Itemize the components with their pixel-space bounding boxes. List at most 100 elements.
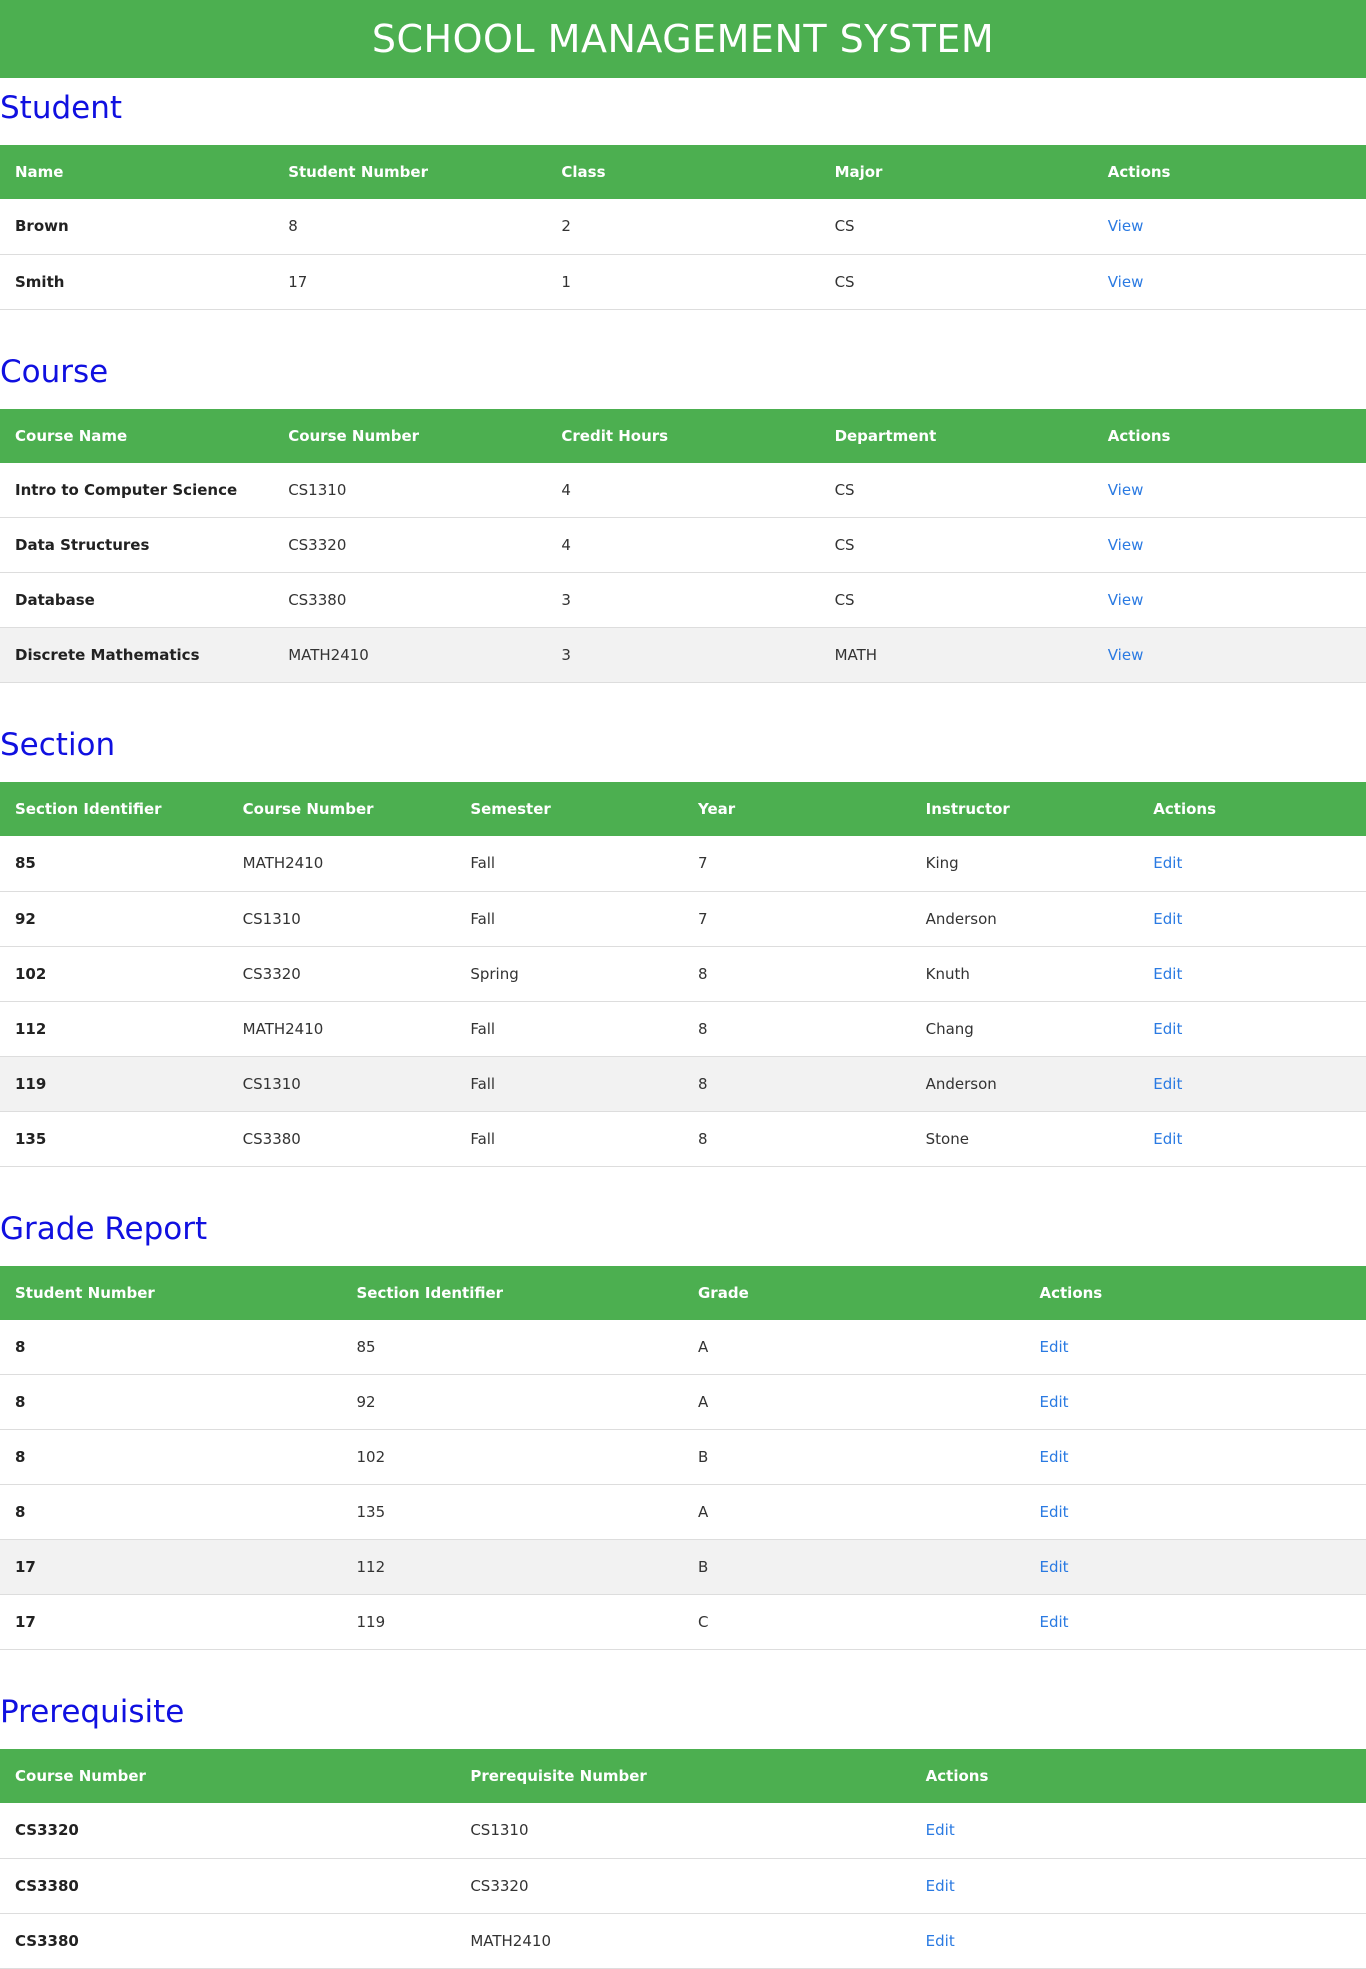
instructor: Chang (911, 1001, 1139, 1056)
section-identifier: 92 (342, 1375, 684, 1430)
course-number: CS3380 (273, 573, 546, 628)
course-number: CS3380 (0, 1858, 455, 1913)
edit-link[interactable]: Edit (1040, 1338, 1069, 1356)
student-class: 1 (546, 254, 819, 309)
section-identifier: 112 (342, 1540, 684, 1595)
student-section-title: Student (0, 78, 1366, 145)
department: CS (820, 518, 1093, 573)
instructor: Anderson (911, 1056, 1139, 1111)
table-row: 17 119 C Edit (0, 1595, 1366, 1650)
edit-link[interactable]: Edit (1153, 1130, 1182, 1148)
actions-cell: View (1093, 573, 1366, 628)
view-link[interactable]: View (1108, 646, 1144, 664)
section-identifier: 102 (0, 946, 228, 1001)
table-row: Data Structures CS3320 4 CS View (0, 518, 1366, 573)
course-name: Database (0, 573, 273, 628)
course-number: MATH2410 (228, 836, 456, 891)
grade: A (683, 1320, 1025, 1375)
view-link[interactable]: View (1108, 591, 1144, 609)
course-number: CS1310 (273, 463, 546, 518)
column-header: Grade (683, 1266, 1025, 1320)
student-number: 17 (0, 1540, 342, 1595)
view-link[interactable]: View (1108, 481, 1144, 499)
column-header: Course Number (0, 1749, 455, 1803)
column-header: Actions (1093, 409, 1366, 463)
table-row: 8 92 A Edit (0, 1375, 1366, 1430)
column-header: Actions (1138, 782, 1366, 836)
year: 7 (683, 891, 911, 946)
student-table: Name Student Number Class Major Actions … (0, 145, 1366, 310)
table-row: 119 CS1310 Fall 8 Anderson Edit (0, 1056, 1366, 1111)
edit-link[interactable]: Edit (1153, 910, 1182, 928)
column-header: Course Name (0, 409, 273, 463)
actions-cell: Edit (1138, 1001, 1366, 1056)
table-header-row: Course Name Course Number Credit Hours D… (0, 409, 1366, 463)
table-header-row: Name Student Number Class Major Actions (0, 145, 1366, 199)
view-link[interactable]: View (1108, 273, 1144, 291)
edit-link[interactable]: Edit (1153, 965, 1182, 983)
column-header: Section Identifier (0, 782, 228, 836)
department: CS (820, 463, 1093, 518)
student-major: CS (820, 254, 1093, 309)
edit-link[interactable]: Edit (1153, 1020, 1182, 1038)
student-number: 17 (273, 254, 546, 309)
student-major: CS (820, 199, 1093, 254)
grade-report-table: Student Number Section Identifier Grade … (0, 1266, 1366, 1651)
page-header: SCHOOL MANAGEMENT SYSTEM (0, 0, 1366, 78)
edit-link[interactable]: Edit (1153, 1075, 1182, 1093)
section-identifier: 85 (0, 836, 228, 891)
instructor: King (911, 836, 1139, 891)
grade: A (683, 1375, 1025, 1430)
actions-cell: Edit (1025, 1430, 1366, 1485)
prerequisite-number: CS3320 (455, 1858, 910, 1913)
actions-cell: Edit (1138, 836, 1366, 891)
column-header: Instructor (911, 782, 1139, 836)
actions-cell: View (1093, 199, 1366, 254)
table-row: Database CS3380 3 CS View (0, 573, 1366, 628)
view-link[interactable]: View (1108, 536, 1144, 554)
student-name: Smith (0, 254, 273, 309)
course-number: CS3380 (0, 1913, 455, 1968)
instructor: Anderson (911, 891, 1139, 946)
table-row: 102 CS3320 Spring 8 Knuth Edit (0, 946, 1366, 1001)
view-link[interactable]: View (1108, 217, 1144, 235)
department: MATH (820, 628, 1093, 683)
grade: B (683, 1430, 1025, 1485)
course-number: CS3320 (273, 518, 546, 573)
edit-link[interactable]: Edit (1040, 1448, 1069, 1466)
edit-link[interactable]: Edit (1153, 854, 1182, 872)
actions-cell: Edit (1025, 1540, 1366, 1595)
column-header: Department (820, 409, 1093, 463)
table-row: 135 CS3380 Fall 8 Stone Edit (0, 1111, 1366, 1166)
edit-link[interactable]: Edit (926, 1932, 955, 1950)
column-header: Name (0, 145, 273, 199)
edit-link[interactable]: Edit (1040, 1503, 1069, 1521)
actions-cell: Edit (1138, 891, 1366, 946)
edit-link[interactable]: Edit (1040, 1393, 1069, 1411)
instructor: Stone (911, 1111, 1139, 1166)
actions-cell: Edit (1138, 1111, 1366, 1166)
section-table: Section Identifier Course Number Semeste… (0, 782, 1366, 1167)
actions-cell: Edit (911, 1858, 1366, 1913)
actions-cell: View (1093, 518, 1366, 573)
edit-link[interactable]: Edit (926, 1821, 955, 1839)
column-header: Course Number (273, 409, 546, 463)
year: 8 (683, 1001, 911, 1056)
actions-cell: Edit (1138, 946, 1366, 1001)
prerequisite-number: CS1310 (455, 1803, 910, 1858)
table-header-row: Section Identifier Course Number Semeste… (0, 782, 1366, 836)
course-number: CS3380 (228, 1111, 456, 1166)
edit-link[interactable]: Edit (1040, 1613, 1069, 1631)
credit-hours: 4 (546, 518, 819, 573)
section-identifier: 112 (0, 1001, 228, 1056)
table-row: Discrete Mathematics MATH2410 3 MATH Vie… (0, 628, 1366, 683)
section-section-title: Section (0, 715, 1366, 782)
column-header: Semester (455, 782, 683, 836)
edit-link[interactable]: Edit (926, 1877, 955, 1895)
actions-cell: Edit (911, 1913, 1366, 1968)
column-header: Credit Hours (546, 409, 819, 463)
year: 7 (683, 836, 911, 891)
table-row: CS3380 MATH2410 Edit (0, 1913, 1366, 1968)
course-number: MATH2410 (273, 628, 546, 683)
edit-link[interactable]: Edit (1040, 1558, 1069, 1576)
